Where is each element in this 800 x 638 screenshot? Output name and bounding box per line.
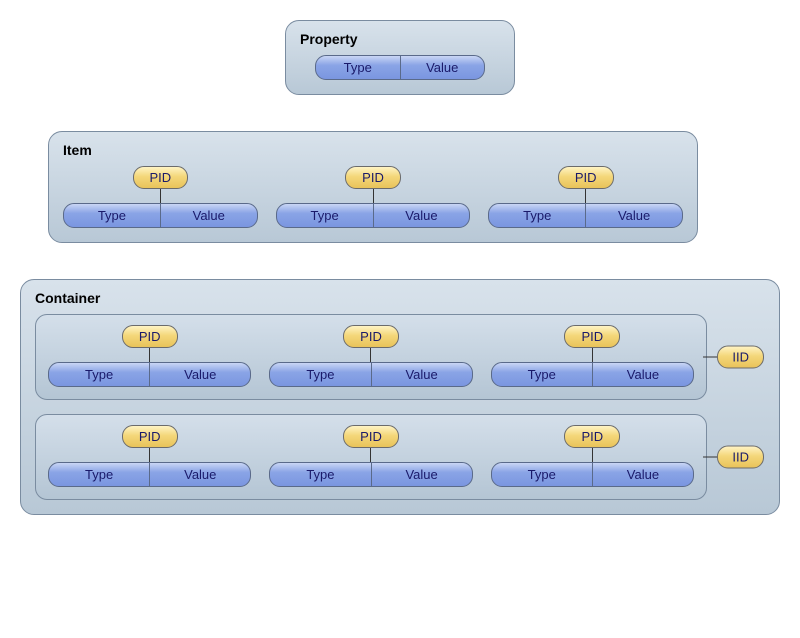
item-panel: Item PID Type Value PID Type Value PID T… xyxy=(48,131,698,243)
type-cell: Type xyxy=(270,363,371,386)
pid-badge: PID xyxy=(122,325,178,348)
property-value-cell: Value xyxy=(401,56,485,79)
type-value-pair: Type Value xyxy=(48,462,251,487)
value-cell: Value xyxy=(374,204,470,227)
pid-badge: PID xyxy=(343,325,399,348)
property-title: Property xyxy=(300,31,500,47)
item-unit: PID Type Value xyxy=(63,166,258,228)
item-unit: PID Type Value xyxy=(488,166,683,228)
connector xyxy=(370,348,371,362)
value-cell: Value xyxy=(150,463,250,486)
iid-badge: IID xyxy=(717,346,764,369)
connector xyxy=(373,189,374,203)
container-item-row: PID Type Value PID Type Value PID xyxy=(48,325,694,387)
value-cell: Value xyxy=(593,363,693,386)
item-unit: PID Type Value xyxy=(276,166,471,228)
item-unit: PID Type Value xyxy=(269,325,472,387)
type-value-pair: Type Value xyxy=(269,362,472,387)
type-value-pair: Type Value xyxy=(488,203,683,228)
type-value-pair: Type Value xyxy=(491,462,694,487)
property-panel: Property Type Value xyxy=(285,20,515,95)
container-item: PID Type Value PID Type Value PID xyxy=(35,414,707,500)
type-value-pair: Type Value xyxy=(63,203,258,228)
container-panel: Container PID Type Value PID Type Value xyxy=(20,279,780,515)
pid-badge: PID xyxy=(133,166,189,189)
value-cell: Value xyxy=(372,463,472,486)
type-cell: Type xyxy=(49,463,150,486)
pid-badge: PID xyxy=(564,325,620,348)
item-unit: PID Type Value xyxy=(48,325,251,387)
type-cell: Type xyxy=(277,204,374,227)
iid-wrap: IID xyxy=(703,446,764,469)
connector xyxy=(149,348,150,362)
pid-badge: PID xyxy=(345,166,401,189)
type-cell: Type xyxy=(64,204,161,227)
connector xyxy=(703,357,717,358)
container-title: Container xyxy=(35,290,707,306)
value-cell: Value xyxy=(372,363,472,386)
connector xyxy=(592,348,593,362)
value-cell: Value xyxy=(586,204,682,227)
iid-wrap: IID xyxy=(703,346,764,369)
type-value-pair: Type Value xyxy=(269,462,472,487)
connector xyxy=(370,448,371,462)
iid-badge: IID xyxy=(717,446,764,469)
item-unit: PID Type Value xyxy=(491,325,694,387)
property-type-value: Type Value xyxy=(315,55,485,80)
property-type-cell: Type xyxy=(316,56,401,79)
type-cell: Type xyxy=(489,204,586,227)
pid-badge: PID xyxy=(558,166,614,189)
type-value-pair: Type Value xyxy=(276,203,471,228)
connector xyxy=(592,448,593,462)
connector xyxy=(703,457,717,458)
value-cell: Value xyxy=(593,463,693,486)
value-cell: Value xyxy=(150,363,250,386)
value-cell: Value xyxy=(161,204,257,227)
pid-badge: PID xyxy=(564,425,620,448)
item-title: Item xyxy=(63,142,683,158)
connector xyxy=(160,189,161,203)
item-unit: PID Type Value xyxy=(48,425,251,487)
connector xyxy=(149,448,150,462)
type-cell: Type xyxy=(49,363,150,386)
container-item-row: PID Type Value PID Type Value PID xyxy=(48,425,694,487)
container-item: PID Type Value PID Type Value PID xyxy=(35,314,707,400)
pid-badge: PID xyxy=(122,425,178,448)
pid-badge: PID xyxy=(343,425,399,448)
type-cell: Type xyxy=(492,363,593,386)
type-value-pair: Type Value xyxy=(48,362,251,387)
item-unit: PID Type Value xyxy=(269,425,472,487)
connector xyxy=(585,189,586,203)
type-cell: Type xyxy=(492,463,593,486)
item-row: PID Type Value PID Type Value PID Type V… xyxy=(63,166,683,228)
type-cell: Type xyxy=(270,463,371,486)
item-unit: PID Type Value xyxy=(491,425,694,487)
type-value-pair: Type Value xyxy=(491,362,694,387)
